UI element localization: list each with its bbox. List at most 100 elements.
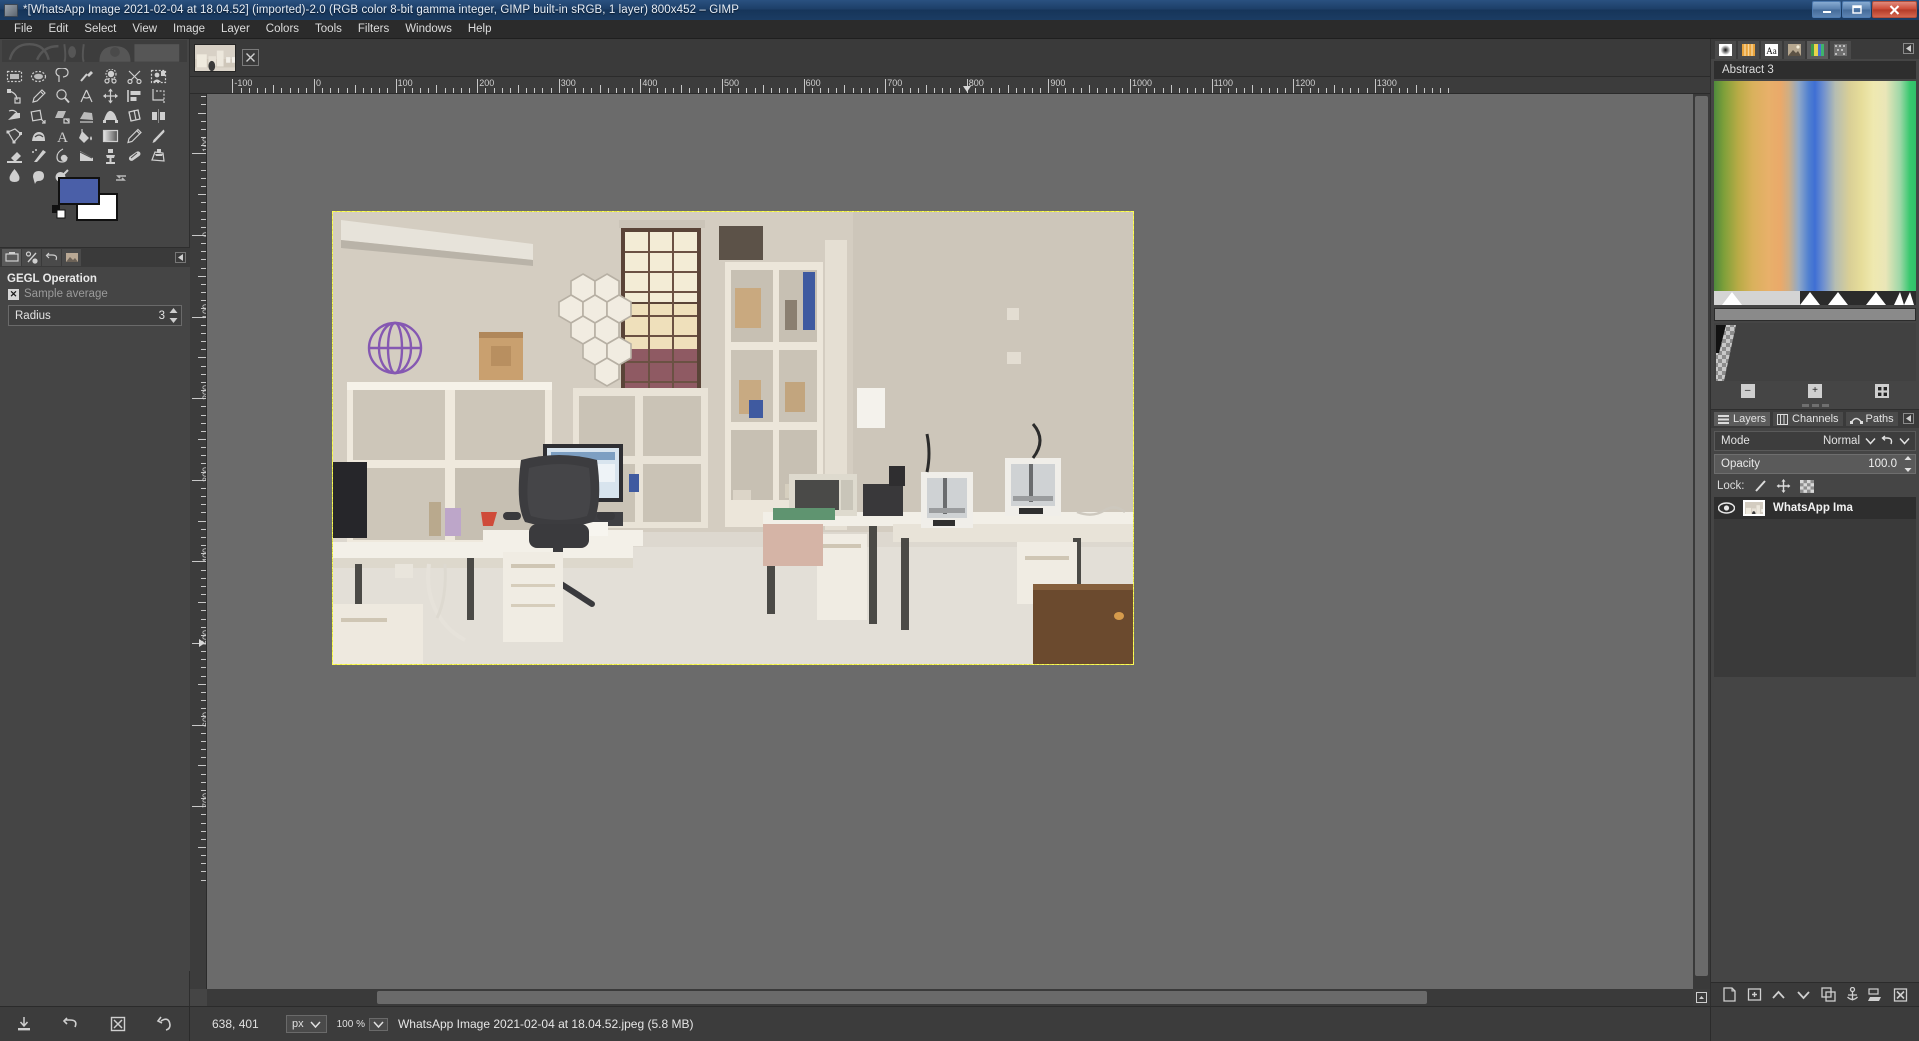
lower-layer-button[interactable]: [1796, 988, 1811, 1002]
gradient-preview-strip[interactable]: [1714, 81, 1916, 291]
duplicate-layer-button[interactable]: [1821, 987, 1836, 1002]
fonts-tab[interactable]: Aa: [1761, 41, 1782, 59]
tab-paths[interactable]: Paths: [1845, 412, 1898, 426]
gradient-position-slider[interactable]: [1714, 308, 1916, 321]
eraser-tool-icon[interactable]: [2, 146, 26, 166]
bucket-fill-tool-icon[interactable]: [74, 126, 98, 146]
lock-pixels-icon[interactable]: [1754, 479, 1767, 493]
radius-spinner[interactable]: Radius 3: [8, 305, 182, 326]
new-layer-button[interactable]: [1722, 987, 1737, 1002]
zoom-combobox[interactable]: 100 %: [337, 1017, 388, 1031]
close-button[interactable]: [1872, 1, 1917, 18]
canvas-horizontal-scrollbar[interactable]: [207, 989, 1693, 1006]
operation-reset-icon[interactable]: ✕: [8, 288, 19, 300]
rectangle-select-tool-icon[interactable]: [2, 66, 26, 86]
close-tab-button[interactable]: [242, 49, 259, 66]
operation-row[interactable]: ✕ Sample average: [8, 288, 184, 300]
clone-tool-icon[interactable]: [98, 146, 122, 166]
opacity-stepper-arrows[interactable]: [1903, 455, 1913, 473]
images-tab[interactable]: [62, 249, 81, 266]
default-colors-icon[interactable]: [52, 205, 68, 221]
unified-transform-tool-icon[interactable]: [98, 106, 122, 126]
tab-channels[interactable]: Channels: [1773, 412, 1843, 426]
smudge-tool-icon[interactable]: [26, 166, 50, 186]
color-picker-tool-icon[interactable]: [26, 86, 50, 106]
alignment-tool-icon[interactable]: [122, 86, 146, 106]
layers-menu-button[interactable]: [1903, 413, 1914, 424]
layer-opacity-row[interactable]: Opacity 100.0: [1714, 454, 1916, 474]
pencil-tool-icon[interactable]: [122, 126, 146, 146]
anchor-layer-button[interactable]: [1846, 987, 1859, 1002]
move-tool-icon[interactable]: [98, 86, 122, 106]
free-select-tool-icon[interactable]: [50, 66, 74, 86]
layer-list[interactable]: WhatsApp Ima: [1714, 497, 1916, 677]
gradient-stop-markers[interactable]: [1714, 291, 1916, 305]
eye-icon[interactable]: [1718, 502, 1735, 514]
patterns-tab[interactable]: [1738, 41, 1759, 59]
canvas-vertical-scrollbar[interactable]: [1693, 94, 1710, 989]
menu-filters[interactable]: Filters: [350, 21, 397, 37]
horizontal-scrollbar-thumb[interactable]: [377, 991, 1427, 1004]
new-layer-group-button[interactable]: [1747, 987, 1762, 1002]
reset-tool-options-icon[interactable]: [156, 1015, 174, 1033]
menu-file[interactable]: File: [6, 21, 41, 37]
airbrush-tool-icon[interactable]: [26, 146, 50, 166]
brushes-tab[interactable]: [1715, 41, 1736, 59]
menu-tools[interactable]: Tools: [307, 21, 350, 37]
layer-mode-combobox[interactable]: Normal: [1823, 435, 1881, 447]
heal-tool-icon[interactable]: [122, 146, 146, 166]
menu-select[interactable]: Select: [76, 21, 124, 37]
gradients-tab[interactable]: [1807, 41, 1828, 59]
menu-layer[interactable]: Layer: [213, 21, 258, 37]
document-history-tab[interactable]: [1784, 41, 1805, 59]
zoom-out-button[interactable]: –: [1740, 384, 1755, 398]
delete-layer-button[interactable]: [1893, 987, 1908, 1002]
foreground-color-swatch[interactable]: [58, 177, 100, 205]
horizontal-ruler[interactable]: -100 0 100 200 300 400 500 600 700 800 900 1000 1100…: [190, 77, 1710, 94]
mypaint-brush-tool-icon[interactable]: [74, 146, 98, 166]
scale-tool-icon[interactable]: [26, 106, 50, 126]
navigation-preview-button[interactable]: [1693, 989, 1710, 1006]
image-canvas[interactable]: [332, 211, 1134, 665]
menu-edit[interactable]: Edit: [41, 21, 77, 37]
rotate-tool-icon[interactable]: [2, 106, 26, 126]
radius-stepper-arrows[interactable]: [168, 307, 179, 324]
undo-history-tab[interactable]: [42, 249, 61, 266]
raise-layer-button[interactable]: [1771, 988, 1786, 1002]
vertical-scrollbar-thumb[interactable]: [1695, 96, 1708, 976]
layer-mode-row[interactable]: Mode Normal: [1714, 431, 1916, 451]
perspective-clone-tool-icon[interactable]: [146, 146, 170, 166]
crop-tool-icon[interactable]: [146, 86, 170, 106]
tool-options-menu-button[interactable]: [175, 252, 186, 263]
foreground-select-tool-icon[interactable]: [146, 66, 170, 86]
scissors-select-tool-icon[interactable]: [122, 66, 146, 86]
menu-image[interactable]: Image: [165, 21, 213, 37]
canvas-area[interactable]: [207, 94, 1693, 989]
lock-position-icon[interactable]: [1776, 479, 1791, 493]
zoom-dropdown-button[interactable]: [368, 1017, 388, 1031]
blur-sharpen-tool-icon[interactable]: [2, 166, 26, 186]
restore-tool-preset-icon[interactable]: [62, 1015, 80, 1033]
layer-row[interactable]: WhatsApp Ima: [1714, 497, 1916, 519]
cage-transform-tool-icon[interactable]: [2, 126, 26, 146]
perspective-tool-icon[interactable]: [74, 106, 98, 126]
text-tool-icon[interactable]: A: [50, 126, 74, 146]
menu-colors[interactable]: Colors: [258, 21, 307, 37]
shear-tool-icon[interactable]: [50, 106, 74, 126]
delete-tool-preset-icon[interactable]: [109, 1015, 127, 1033]
menu-view[interactable]: View: [124, 21, 165, 37]
tool-options-tab[interactable]: [2, 249, 21, 266]
dock-menu-button[interactable]: [1903, 43, 1914, 54]
palettes-tab[interactable]: [1830, 41, 1851, 59]
zoom-in-button[interactable]: +: [1807, 384, 1822, 398]
maximize-button[interactable]: [1842, 1, 1871, 18]
warp-transform-tool-icon[interactable]: [26, 126, 50, 146]
tab-layers[interactable]: Layers: [1714, 412, 1771, 426]
minimize-button[interactable]: [1812, 1, 1841, 18]
gradient-tool-icon[interactable]: [98, 126, 122, 146]
menu-help[interactable]: Help: [460, 21, 500, 37]
zoom-tool-icon[interactable]: [50, 86, 74, 106]
paintbrush-tool-icon[interactable]: [146, 126, 170, 146]
vertical-ruler[interactable]: -200-1000100200300400500600700: [190, 94, 207, 989]
dock-separator-grip[interactable]: [1711, 401, 1919, 409]
